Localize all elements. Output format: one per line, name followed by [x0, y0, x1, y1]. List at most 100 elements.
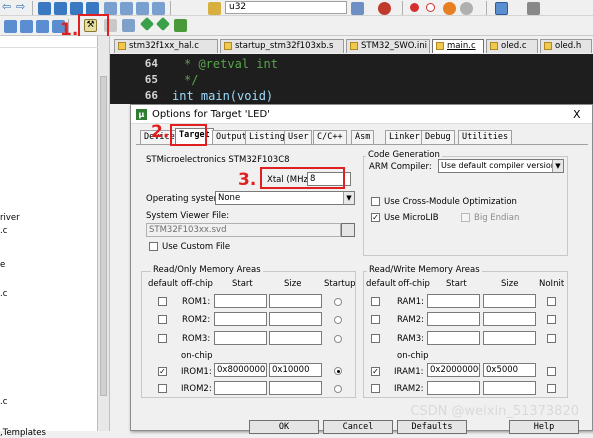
iram1-start-input[interactable]: 0x20000000	[427, 363, 480, 377]
tree-item[interactable]: e	[0, 260, 5, 270]
incremental-find-icon[interactable]	[378, 2, 391, 15]
tab-debug[interactable]: Debug	[421, 130, 455, 144]
tab-stm32f1xx-hal-c[interactable]: stm32f1xx_hal.c	[114, 39, 218, 53]
ram2-start-input[interactable]	[427, 312, 480, 326]
templates-tab[interactable]: ,Templates	[0, 428, 46, 438]
target-select[interactable]: u32	[225, 1, 347, 14]
manage-env-icon[interactable]	[139, 16, 155, 32]
tree-item[interactable]: .c	[0, 397, 7, 407]
rom3-startup-radio[interactable]	[334, 335, 342, 343]
irom2-start-input[interactable]	[214, 381, 267, 395]
window-layout-icon[interactable]	[495, 2, 508, 15]
defaults-button[interactable]: Defaults	[397, 420, 467, 434]
bookmark-icon[interactable]	[38, 2, 51, 15]
ram3-noinit-checkbox[interactable]	[547, 334, 556, 343]
tab-linker[interactable]: Linker	[385, 130, 424, 144]
rom3-default-checkbox[interactable]	[158, 334, 167, 343]
cancel-button[interactable]: Cancel	[323, 420, 393, 434]
ram1-default-checkbox[interactable]	[371, 297, 380, 306]
clear-all-icon[interactable]	[460, 2, 473, 15]
ok-button[interactable]: OK	[249, 420, 319, 434]
rom3-size-input[interactable]	[269, 331, 322, 345]
tab-user[interactable]: User	[284, 130, 313, 144]
run-env-icon[interactable]	[174, 19, 187, 32]
config-icon[interactable]	[527, 2, 540, 15]
ram2-default-checkbox[interactable]	[371, 315, 380, 324]
find-in-files-icon[interactable]	[351, 2, 364, 15]
ram1-noinit-checkbox[interactable]	[547, 297, 556, 306]
rom3-start-input[interactable]	[214, 331, 267, 345]
select-packs-icon[interactable]	[155, 16, 171, 32]
iram2-size-input[interactable]	[483, 381, 536, 395]
tree-item[interactable]: .c	[0, 289, 7, 299]
tab-main-c[interactable]: main.c	[432, 39, 484, 53]
onchip-label: on-chip	[397, 351, 429, 361]
tab-swo-ini[interactable]: STM32_SWO.ini	[346, 39, 430, 53]
irom1-startup-radio[interactable]	[334, 367, 342, 375]
ram-name: IRAM1:	[394, 367, 424, 377]
os-select[interactable]: None ▼	[215, 191, 355, 205]
irom1-default-checkbox[interactable]: ✓	[158, 367, 167, 376]
iram1-size-input[interactable]: 0x5000	[483, 363, 536, 377]
rom2-default-checkbox[interactable]	[158, 315, 167, 324]
irom2-default-checkbox[interactable]	[158, 384, 167, 393]
rebuild-icon[interactable]	[36, 20, 49, 33]
translate-icon[interactable]	[4, 20, 17, 33]
uncomment-icon[interactable]	[152, 2, 165, 15]
ram3-default-checkbox[interactable]	[371, 334, 380, 343]
close-button[interactable]: X	[573, 108, 581, 121]
microlib-checkbox[interactable]: ✓	[371, 213, 380, 222]
rom2-start-input[interactable]	[214, 312, 267, 326]
ram2-noinit-checkbox[interactable]	[547, 315, 556, 324]
ram3-size-input[interactable]	[483, 331, 536, 345]
tab-cpp[interactable]: C/C++	[313, 130, 347, 144]
tree-item[interactable]: river	[0, 213, 20, 223]
prev-bookmark-icon[interactable]	[54, 2, 67, 15]
tab-oled-h[interactable]: oled.h	[540, 39, 592, 53]
tab-asm[interactable]: Asm	[351, 130, 375, 144]
iram2-noinit-checkbox[interactable]	[547, 384, 556, 393]
iram1-noinit-checkbox[interactable]	[547, 367, 556, 376]
irom2-startup-radio[interactable]	[334, 385, 342, 393]
rom1-start-input[interactable]	[214, 294, 267, 308]
pane-scrollbar[interactable]	[98, 36, 110, 431]
breakpoint-icon[interactable]	[410, 3, 419, 12]
iram2-start-input[interactable]	[427, 381, 480, 395]
ram1-start-input[interactable]	[427, 294, 480, 308]
kill-breakpoints-icon[interactable]	[443, 2, 456, 15]
ram2-size-input[interactable]	[483, 312, 536, 326]
irom1-size-input[interactable]: 0x10000	[269, 363, 322, 377]
rom1-startup-radio[interactable]	[334, 298, 342, 306]
compiler-label: ARM Compiler:	[369, 162, 432, 172]
unindent-icon[interactable]	[120, 2, 133, 15]
iram1-default-checkbox[interactable]: ✓	[371, 367, 380, 376]
find-icon[interactable]	[208, 2, 221, 15]
tab-oled-c[interactable]: oled.c	[486, 39, 538, 53]
comment-icon[interactable]	[136, 2, 149, 15]
cross-module-checkbox[interactable]	[371, 197, 380, 206]
ram3-start-input[interactable]	[427, 331, 480, 345]
rom2-startup-radio[interactable]	[334, 316, 342, 324]
compiler-select[interactable]: Use default compiler version 5 ▼	[438, 159, 564, 173]
rom-name: ROM2:	[182, 315, 211, 325]
tab-utilities[interactable]: Utilities	[458, 130, 513, 144]
iram2-default-checkbox[interactable]	[371, 384, 380, 393]
back-icon[interactable]: ⇦	[2, 1, 15, 14]
rw-memory-title: Read/Write Memory Areas	[367, 265, 482, 275]
manage-project-icon[interactable]	[122, 19, 135, 32]
rom2-size-input[interactable]	[269, 312, 322, 326]
forward-icon[interactable]: ⇨	[16, 1, 29, 14]
ram1-size-input[interactable]	[483, 294, 536, 308]
custom-file-checkbox[interactable]	[149, 242, 158, 251]
build-icon[interactable]	[20, 20, 33, 33]
rom1-default-checkbox[interactable]	[158, 297, 167, 306]
svf-browse-button[interactable]	[341, 223, 355, 237]
irom1-start-input[interactable]: 0x8000000	[214, 363, 267, 377]
tree-item[interactable]: .c	[0, 226, 7, 236]
disable-breakpoint-icon[interactable]	[426, 3, 435, 12]
help-button[interactable]: Help	[509, 420, 579, 434]
rom1-size-input[interactable]	[269, 294, 322, 308]
irom2-size-input[interactable]	[269, 381, 322, 395]
tab-startup-s[interactable]: startup_stm32f103xb.s	[220, 39, 344, 53]
tab-listing[interactable]: Listing	[245, 130, 289, 144]
